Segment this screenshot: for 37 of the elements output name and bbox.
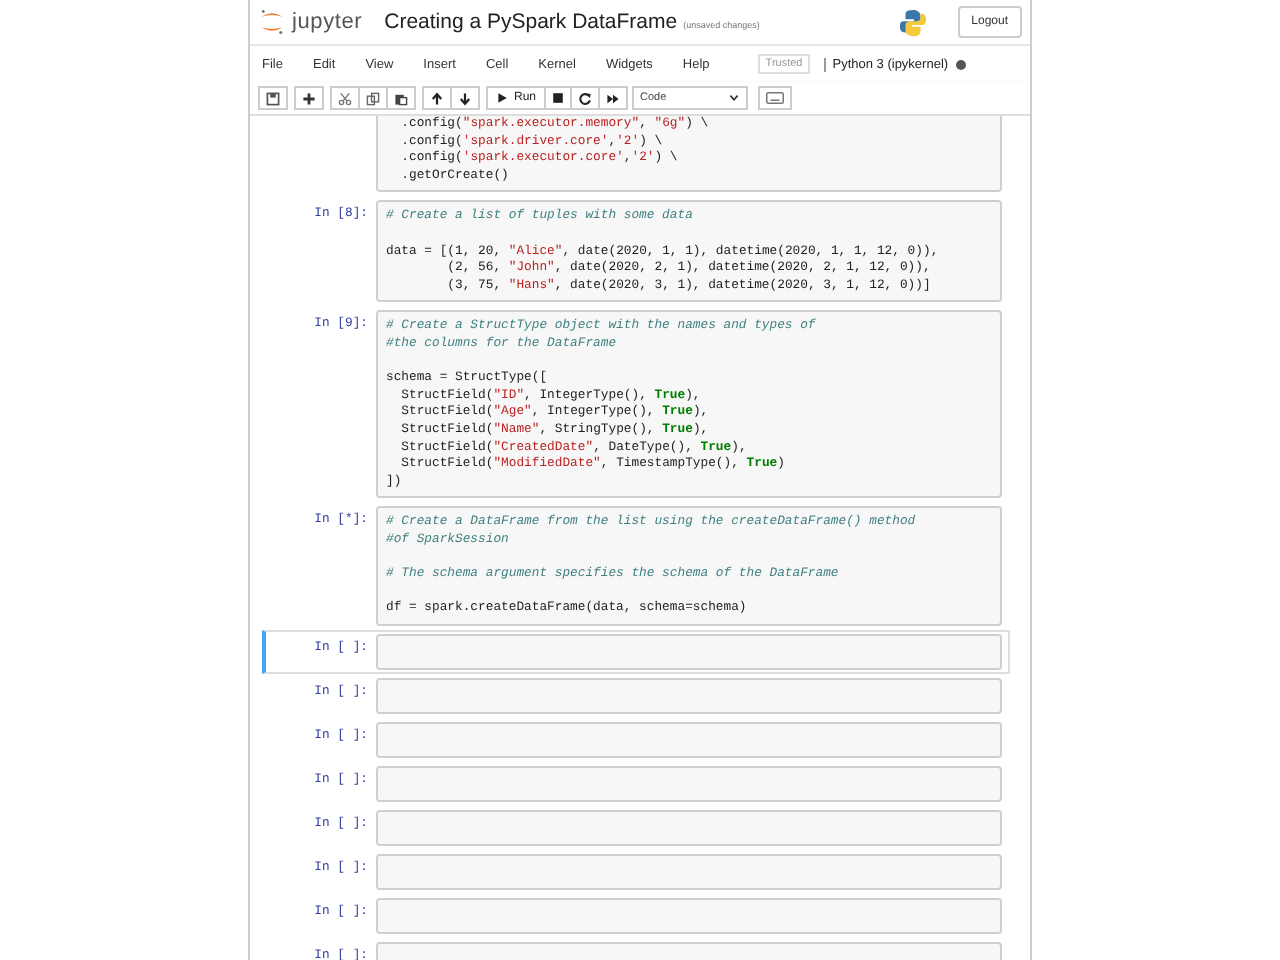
notebook-title[interactable]: Creating a PySpark DataFrame — [384, 10, 678, 34]
code-input[interactable] — [376, 633, 1002, 670]
cut-button[interactable] — [330, 86, 360, 110]
move-up-button[interactable] — [422, 86, 452, 110]
paste-button[interactable] — [388, 86, 416, 110]
code-input[interactable] — [376, 310, 1002, 499]
plus-icon — [302, 91, 316, 105]
scissors-icon — [338, 91, 352, 105]
python-logo-icon — [897, 7, 928, 37]
code-input[interactable] — [376, 200, 1002, 303]
jupyter-logo-icon — [258, 8, 286, 36]
save-icon — [266, 91, 280, 105]
square-icon — [552, 92, 565, 104]
code-input[interactable] — [376, 721, 1002, 758]
keyboard-icon — [766, 92, 785, 104]
copy-button[interactable] — [360, 86, 388, 110]
code-input[interactable] — [376, 765, 1002, 802]
caret-icon — [728, 92, 741, 104]
move-down-button[interactable] — [452, 86, 480, 110]
restart-button[interactable] — [572, 86, 601, 110]
save-button[interactable] — [258, 86, 288, 110]
code-input[interactable] — [376, 897, 1002, 934]
paste-icon — [394, 91, 408, 105]
fast-forward-button[interactable] — [600, 86, 629, 110]
refresh-icon — [578, 91, 593, 105]
code-input[interactable] — [376, 677, 1002, 714]
brand-name: jupyter — [292, 10, 363, 34]
arrow-down-icon — [458, 91, 472, 105]
copy-icon — [366, 91, 380, 105]
code-input[interactable] — [376, 809, 1002, 846]
keyboard-button[interactable] — [758, 86, 793, 110]
arrow-up-icon — [430, 91, 444, 105]
stop-button[interactable] — [546, 86, 573, 110]
fast-forward-icon — [606, 91, 621, 105]
add-cell-button[interactable] — [294, 86, 324, 110]
play-icon — [496, 92, 508, 104]
code-input[interactable] — [376, 853, 1002, 890]
